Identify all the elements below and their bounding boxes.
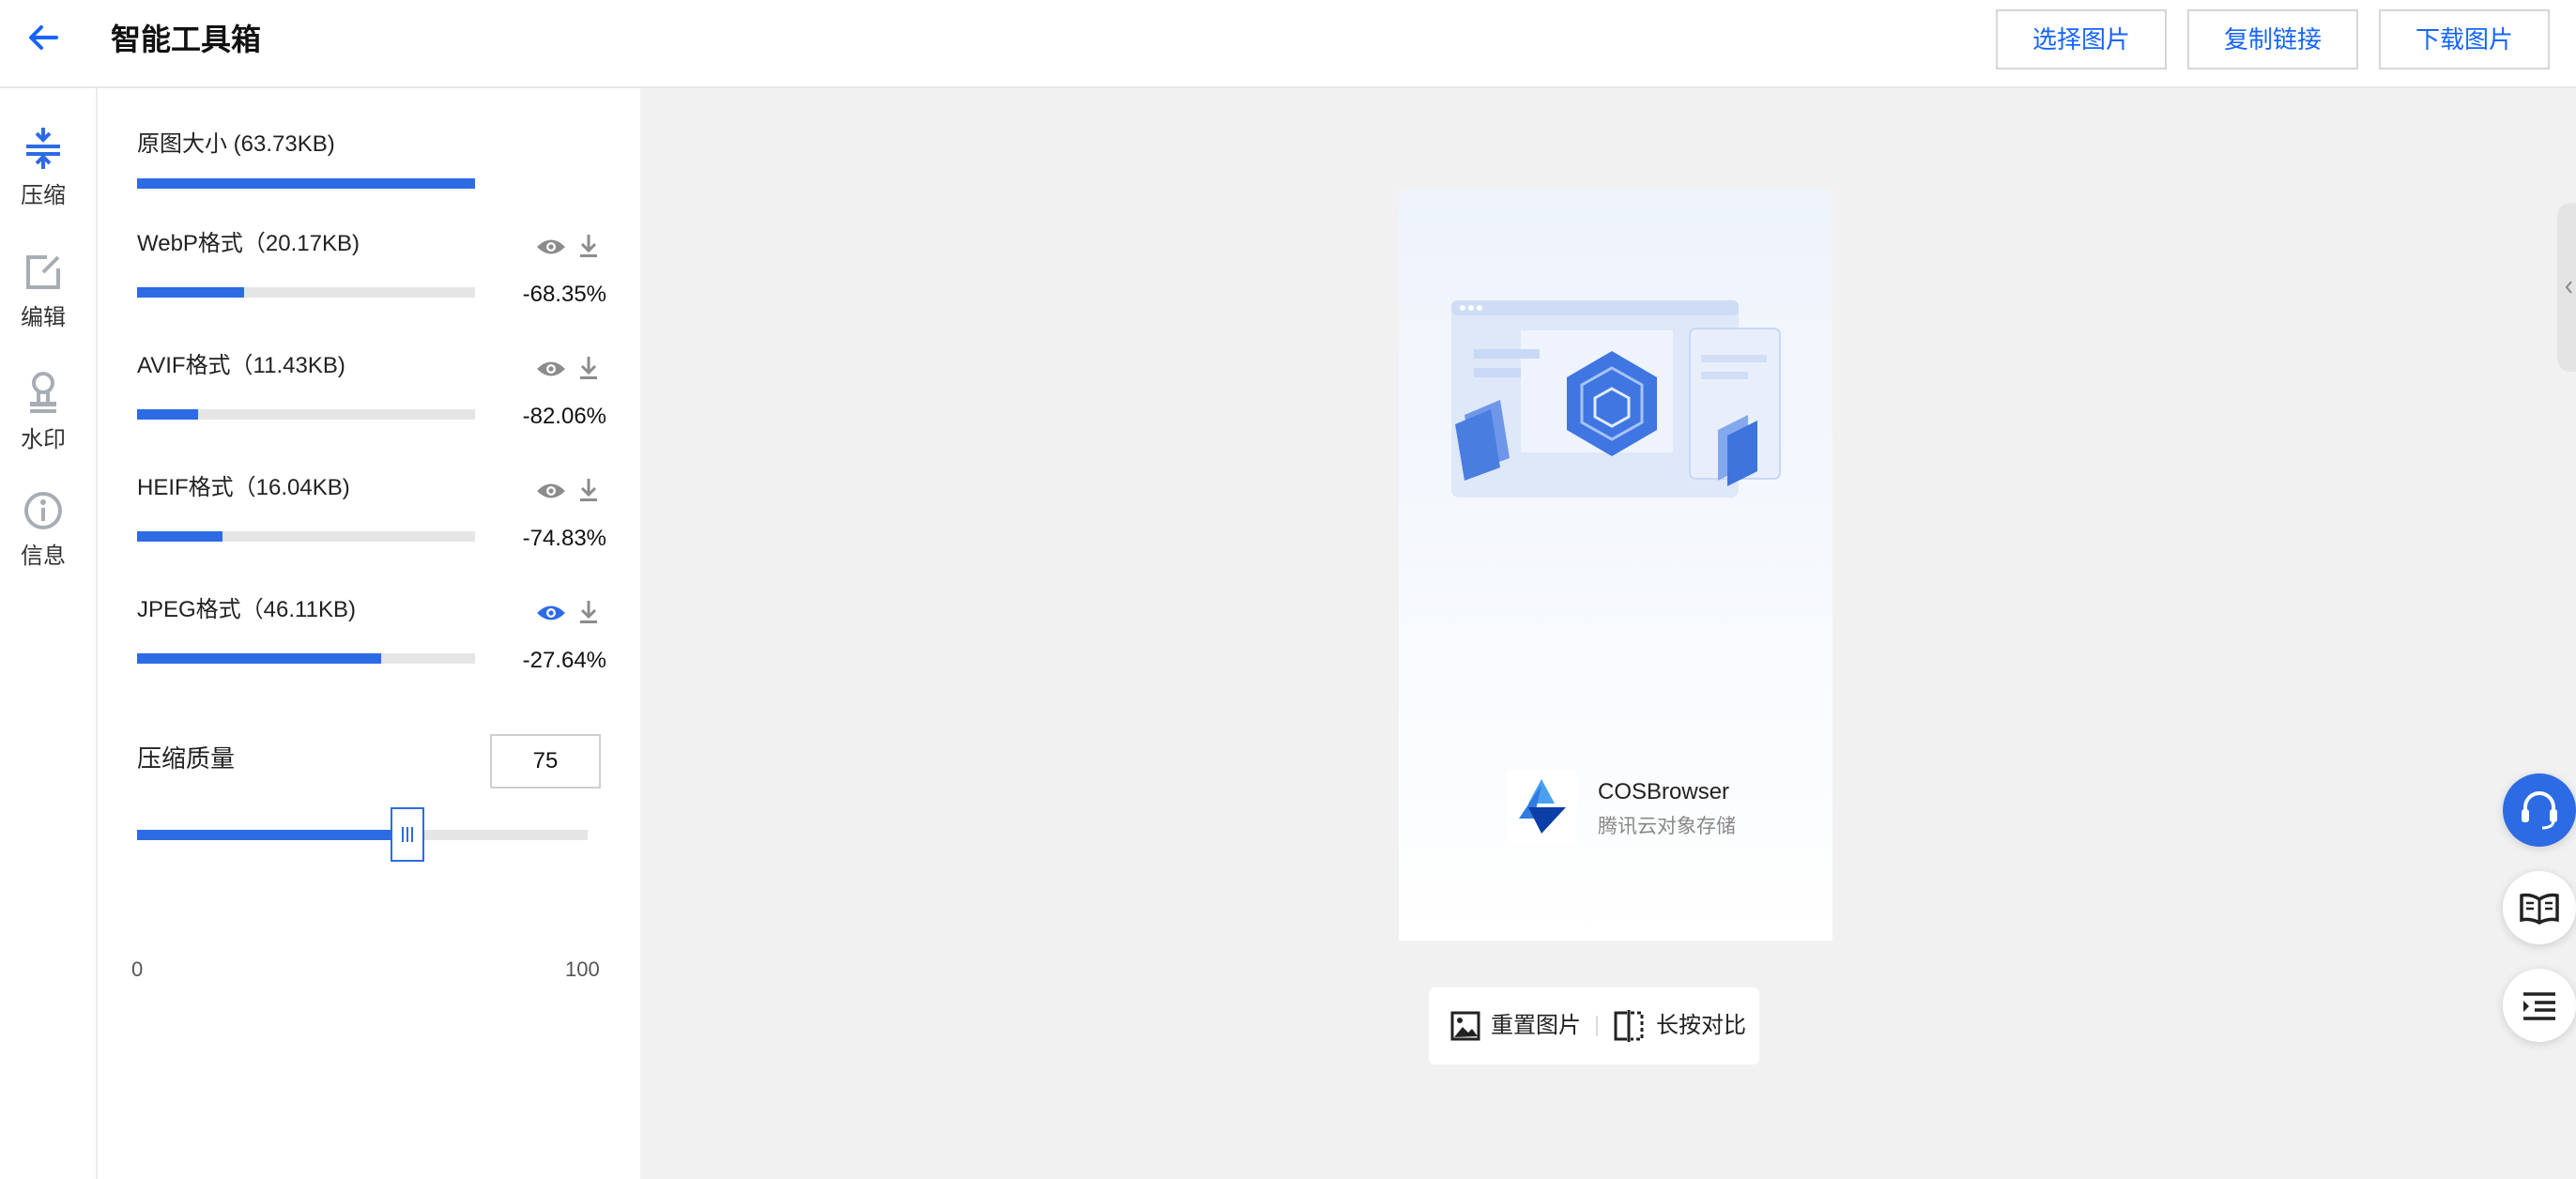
reset-image-button[interactable]: 重置图片	[1449, 988, 1590, 1064]
size-bar-fill	[137, 178, 475, 189]
preview-action-bar: 重置图片 长按对比	[1429, 988, 1759, 1064]
original-size-bar	[137, 178, 475, 189]
jpeg-size-label: JPEG格式（46.11KB)	[137, 597, 356, 622]
webp-reduction-percent: -68.35%	[522, 282, 606, 307]
heif-reduction-percent: -74.83%	[522, 526, 606, 551]
download-icon[interactable]	[578, 599, 599, 625]
tool-label: 信息	[21, 544, 66, 569]
headset-icon	[2522, 791, 2557, 830]
info-icon	[24, 492, 62, 529]
compress-panel: 原图大小 (63.73KB) WebP格式（20.17KB) -68.35% A…	[98, 88, 640, 1179]
cos-logo-icon	[1519, 779, 1566, 834]
heif-size-label: HEIF格式（16.04KB)	[137, 475, 350, 500]
avif-size-bar	[137, 409, 475, 420]
image-icon	[1450, 1011, 1480, 1041]
side-panel-toggle[interactable]	[2557, 203, 2576, 372]
edit-icon	[26, 255, 60, 289]
heif-size-bar	[137, 531, 475, 542]
eye-icon[interactable]	[535, 603, 567, 623]
tool-watermark[interactable]: 水印	[0, 370, 86, 473]
watermark-icon	[30, 372, 56, 413]
brand-subtitle: 腾讯云对象存储	[1598, 816, 1736, 837]
support-button[interactable]	[2503, 773, 2576, 847]
eye-icon[interactable]	[535, 359, 567, 379]
avif-size-label: AVIF格式（11.43KB)	[137, 353, 345, 378]
size-bar-fill	[137, 409, 198, 420]
action-divider	[1596, 1016, 1598, 1036]
outline-button[interactable]	[2503, 969, 2576, 1042]
quality-label: 压缩质量	[137, 744, 236, 773]
compare-button[interactable]: 长按对比	[1613, 988, 1754, 1064]
slider-min-label: 0	[131, 957, 144, 981]
compare-label: 长按对比	[1656, 1013, 1746, 1038]
product-illustration	[1451, 300, 1781, 498]
jpeg-reduction-percent: -27.64%	[522, 648, 606, 673]
download-icon[interactable]	[578, 355, 599, 381]
avif-reduction-percent: -82.06%	[522, 404, 606, 429]
grip-icon	[402, 827, 413, 842]
back-button[interactable]	[23, 17, 64, 58]
tool-rail: 压缩 编辑 水印 信息	[0, 88, 98, 1179]
tool-label: 水印	[21, 427, 66, 452]
tool-edit[interactable]: 编辑	[0, 252, 86, 355]
download-icon[interactable]	[578, 477, 599, 503]
download-image-button[interactable]: 下载图片	[2379, 9, 2550, 69]
preview-area: COSBrowser 腾讯云对象存储 重置图片 长按对比	[640, 88, 2576, 1179]
list-indent-icon	[2523, 992, 2555, 1020]
docs-button[interactable]	[2503, 871, 2576, 944]
quality-slider-handle[interactable]	[391, 807, 424, 862]
original-size-label: 原图大小 (63.73KB)	[137, 131, 335, 157]
arrow-left-icon	[29, 25, 58, 50]
eye-icon[interactable]	[535, 237, 567, 257]
size-bar-fill	[137, 653, 382, 664]
chevron-left-icon	[2565, 281, 2572, 294]
brand-title: COSBrowser	[1598, 779, 1730, 804]
size-bar-fill	[137, 531, 222, 542]
quality-input[interactable]	[490, 734, 601, 789]
webp-size-label: WebP格式（20.17KB)	[137, 231, 360, 256]
copy-link-button[interactable]: 复制链接	[2187, 9, 2358, 69]
image-preview: COSBrowser 腾讯云对象存储	[1399, 190, 1832, 941]
select-image-button[interactable]: 选择图片	[1996, 9, 2167, 69]
book-icon	[2520, 893, 2559, 926]
tool-compress[interactable]: 压缩	[0, 126, 86, 229]
compress-icon	[26, 128, 60, 169]
tool-label: 编辑	[21, 305, 66, 330]
reset-image-label: 重置图片	[1491, 1013, 1581, 1038]
compare-icon	[1614, 1010, 1644, 1042]
eye-icon[interactable]	[535, 481, 567, 501]
webp-size-bar	[137, 287, 475, 298]
page-title: 智能工具箱	[111, 23, 262, 56]
tool-label: 压缩	[21, 183, 66, 208]
jpeg-size-bar	[137, 653, 475, 664]
top-header: 智能工具箱 选择图片 复制链接 下载图片	[0, 0, 2576, 88]
tool-info[interactable]: 信息	[0, 490, 86, 593]
quality-slider[interactable]	[137, 830, 588, 840]
slider-fill	[137, 830, 407, 840]
download-icon[interactable]	[578, 233, 599, 259]
slider-max-label: 100	[565, 957, 600, 981]
size-bar-fill	[137, 287, 244, 298]
cos-logo	[1506, 772, 1577, 843]
